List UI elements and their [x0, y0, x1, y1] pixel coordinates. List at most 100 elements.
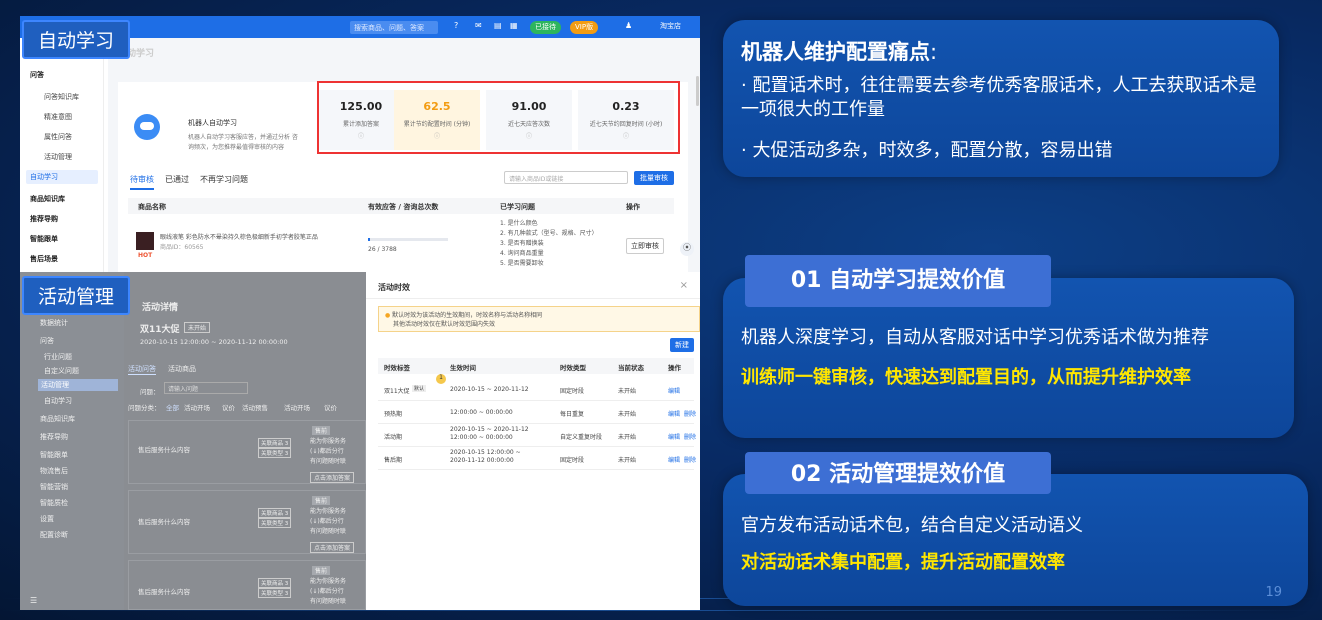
- hot-badge: HOT: [138, 252, 153, 259]
- sidebar-item-follow[interactable]: 智能跟单: [30, 234, 58, 244]
- category-item[interactable]: 活动预售: [242, 402, 268, 412]
- period-time: 2020-10-15 ~ 2020-11-12 12:00:00 ~ 00:00…: [450, 426, 529, 441]
- review-now-button[interactable]: 立即审核: [626, 238, 664, 254]
- pain-point: · 配置话术时，往往需要去参考优秀客服话术，人工去获取话术是一项很大的工作量: [741, 75, 1257, 120]
- sidebar-item-attr[interactable]: 属性问答: [44, 132, 72, 142]
- add-answer-button[interactable]: 点击添加答案: [310, 542, 355, 553]
- sidebar-item-follow[interactable]: 智能跟单: [40, 450, 68, 460]
- category-item[interactable]: 议价: [222, 402, 235, 412]
- col-type: 时效类型: [560, 364, 586, 372]
- batch-review-button[interactable]: 批量审核: [634, 171, 674, 185]
- category-item[interactable]: 活动开场: [284, 402, 310, 412]
- value-tag-1: 01 自动学习提效价值: [745, 255, 1051, 307]
- answer-text: (↓)都后分行: [310, 518, 344, 525]
- pain-title: 机器人维护配置痛点:: [741, 40, 938, 64]
- period-status: 未开始: [618, 457, 637, 464]
- answer-text: 能为你服务务: [310, 578, 347, 585]
- scrollbar[interactable]: [696, 76, 699, 106]
- status-badge[interactable]: 已接待: [530, 21, 561, 34]
- filter-input[interactable]: 请输入商品ID或链接: [504, 171, 628, 184]
- sidebar-item-activity[interactable]: 活动管理: [44, 152, 72, 162]
- answer-text: 能为你服务务: [310, 508, 347, 515]
- user-icon[interactable]: ♟: [625, 21, 632, 30]
- sidebar-item-settings[interactable]: 设置: [40, 514, 54, 524]
- qa-question: 售后服务什么内容: [138, 446, 190, 454]
- location-icon[interactable]: ⦿: [680, 242, 694, 256]
- close-icon[interactable]: ×: [680, 280, 688, 291]
- delete-link[interactable]: 删除: [684, 409, 696, 418]
- sidebar-item-auto-learn[interactable]: 自动学习: [44, 396, 72, 406]
- value-text: 机器人深度学习，自动从客服对话中学习优秀话术做为推荐: [741, 327, 1209, 348]
- sidebar-item-qa-kb[interactable]: 问答知识库: [44, 92, 79, 102]
- tab-ignored[interactable]: 不再学习问题: [200, 174, 248, 185]
- sidebar-item-activity[interactable]: 活动管理: [38, 379, 118, 391]
- answer-text: 能为你服务务: [310, 438, 347, 445]
- sidebar: 数据统计 问答 行业问题 自定义问题 活动管理 自动学习 商品知识库 推荐导购 …: [20, 272, 124, 610]
- new-button[interactable]: 新建: [670, 338, 694, 352]
- sidebar-item-product-kb[interactable]: 商品知识库: [30, 194, 65, 204]
- qa-question: 售后服务什么内容: [138, 518, 190, 526]
- period-type: 固定时段: [560, 388, 585, 395]
- period-time: 2020-10-15 ~ 2020-11-12: [450, 386, 529, 393]
- add-answer-button[interactable]: 点击添加答案: [310, 472, 355, 483]
- period-tag: 双11大促: [384, 388, 410, 395]
- highlight-frame: [317, 81, 680, 154]
- intro-title: 机器人自动学习: [188, 119, 237, 127]
- delete-link[interactable]: 删除: [684, 432, 696, 441]
- period-type: 每日重复: [560, 411, 585, 418]
- sidebar-item-qa[interactable]: 问答: [30, 70, 44, 80]
- edit-link[interactable]: 编辑: [668, 455, 680, 464]
- intro-desc: 机器人自动学习客服应答，并通过分析 咨: [188, 134, 298, 141]
- search-input[interactable]: 搜索商品、问题、答案: [350, 21, 438, 34]
- page-title: 活动详情: [142, 303, 179, 313]
- sidebar-item-qc[interactable]: 智能质检: [40, 498, 68, 508]
- page-number: 19: [1265, 585, 1282, 600]
- tab-activity-qa[interactable]: 活动问答: [128, 364, 156, 375]
- sidebar-item-aftersale[interactable]: 售后场景: [30, 254, 58, 264]
- sidebar-item-diagnose[interactable]: 配置诊断: [40, 530, 68, 540]
- menu-icon[interactable]: ☰: [30, 596, 37, 605]
- category-all[interactable]: 全部: [166, 402, 179, 412]
- edit-link[interactable]: 编辑: [668, 409, 680, 418]
- edit-link[interactable]: 编辑: [668, 386, 680, 395]
- sidebar-item-custom[interactable]: 自定义问题: [44, 366, 79, 376]
- product-name[interactable]: 眼线液笔 彩色防水不晕染持久棕色极细新手初学者胶笔正品: [160, 232, 350, 241]
- mail-icon[interactable]: ✉: [475, 21, 482, 30]
- answer-text: (↓)都后分行: [310, 588, 344, 595]
- edit-link[interactable]: 编辑: [668, 432, 680, 441]
- period-time: 12:00:00 ~ 00:00:00: [450, 409, 513, 416]
- sidebar-item-stats[interactable]: 数据统计: [40, 318, 68, 328]
- category-item[interactable]: 活动开场: [184, 402, 210, 412]
- period-status: 未开始: [618, 411, 637, 418]
- period-status: 未开始: [618, 388, 637, 395]
- tag-badge: 关联商品 3: [258, 508, 292, 518]
- period-tag: 售后期: [384, 457, 403, 464]
- help-icon[interactable]: ?: [454, 21, 458, 30]
- sidebar-item-logistics[interactable]: 物流售后: [40, 466, 68, 476]
- question-input[interactable]: 请输入问题: [164, 382, 248, 394]
- doc-icon[interactable]: ▤: [494, 21, 502, 30]
- sidebar-item-qa[interactable]: 问答: [40, 336, 54, 346]
- sidebar-item-product-kb[interactable]: 商品知识库: [40, 414, 75, 424]
- sidebar-item-intent[interactable]: 精准意图: [44, 112, 72, 122]
- calendar-icon[interactable]: ▦: [510, 21, 518, 30]
- tab-activity-products[interactable]: 活动商品: [168, 364, 196, 374]
- value-tag-2: 02 活动管理提效价值: [745, 452, 1051, 494]
- sidebar-item-industry[interactable]: 行业问题: [44, 352, 72, 362]
- pain-point: · 大促活动多杂，时效多，配置分散，容易出错: [741, 140, 1113, 161]
- user-name[interactable]: 淘宝店: [660, 21, 681, 31]
- vip-badge[interactable]: VIP版: [570, 21, 599, 34]
- sidebar-item-recommend[interactable]: 推荐导购: [40, 432, 68, 442]
- tab-passed[interactable]: 已通过: [165, 174, 189, 185]
- sidebar-item-auto-learn[interactable]: 自动学习: [26, 170, 98, 184]
- delete-link[interactable]: 删除: [684, 455, 696, 464]
- question-item: 2. 有几种款式（型号、规格、尺寸）: [500, 230, 598, 237]
- tab-pending[interactable]: 待审核: [130, 174, 154, 190]
- sidebar-item-recommend[interactable]: 推荐导购: [30, 214, 58, 224]
- answer-text: 有问题随时联: [310, 528, 347, 535]
- ratio-value: 26 / 3788: [368, 246, 397, 253]
- pain-title-colon: :: [930, 40, 938, 64]
- table-header: [378, 358, 694, 374]
- category-item[interactable]: 议价: [324, 402, 337, 412]
- sidebar-item-marketing[interactable]: 智能营销: [40, 482, 68, 492]
